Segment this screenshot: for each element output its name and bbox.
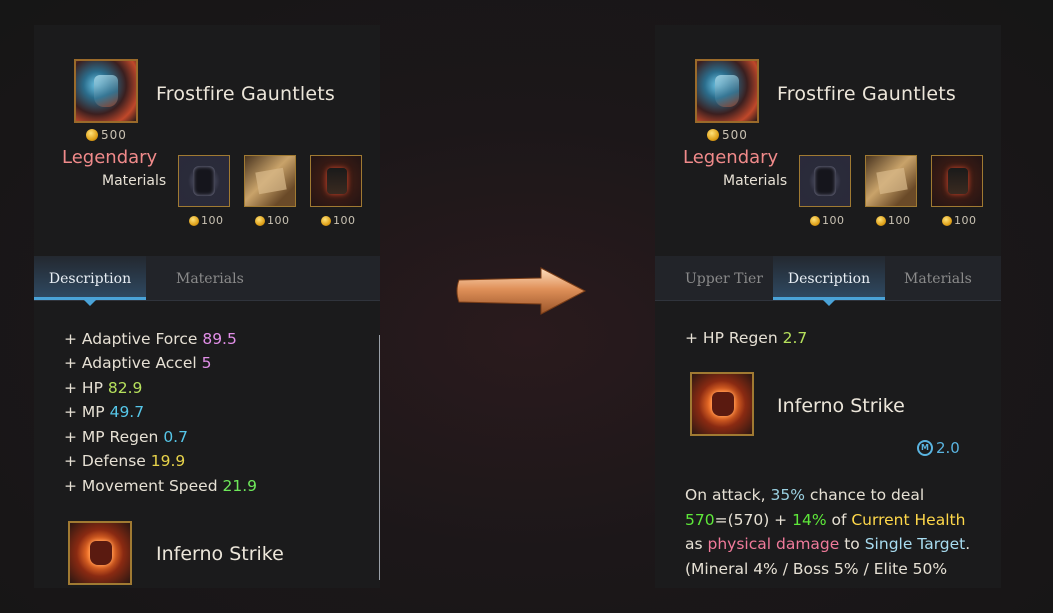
gold-coin-icon — [86, 129, 98, 141]
gold-coin-icon — [942, 215, 952, 226]
material-slot-2[interactable] — [865, 155, 917, 207]
material-price-2: 100 — [255, 214, 290, 227]
tab-description[interactable]: Description — [773, 256, 885, 306]
stat-row: + HP 82.9 — [64, 379, 143, 397]
cooldown: M 2.0 — [917, 439, 960, 457]
material-price-3: 100 — [942, 214, 977, 227]
item-price-value: 500 — [722, 128, 748, 142]
material-price-1: 100 — [810, 214, 845, 227]
skill-icon[interactable] — [68, 521, 132, 585]
item-detail-panel-before: Frostfire Gauntlets 500 Legendary Materi… — [34, 25, 380, 588]
material-slot-1[interactable] — [799, 155, 851, 207]
skill-description: On attack, 35% chance to deal 570=(570) … — [685, 486, 971, 578]
item-name: Frostfire Gauntlets — [156, 83, 336, 105]
stat-row: + HP Regen 2.7 — [685, 329, 808, 347]
stat-row: + Movement Speed 21.9 — [64, 477, 257, 495]
rarity-label: Legendary — [683, 147, 779, 168]
material-price-1: 100 — [189, 214, 224, 227]
skill-name: Inferno Strike — [156, 543, 284, 565]
item-detail-panel-after: Frostfire Gauntlets 500 Legendary Materi… — [655, 25, 1001, 588]
item-icon[interactable] — [74, 59, 138, 123]
item-name: Frostfire Gauntlets — [777, 83, 957, 105]
tab-upper-tier[interactable]: Upper Tier — [685, 256, 763, 300]
tab-bar: Description Materials — [34, 256, 380, 306]
scrollbar[interactable] — [379, 335, 380, 580]
gold-coin-icon — [876, 215, 886, 226]
item-price: 500 — [86, 128, 127, 142]
gold-coin-icon — [810, 215, 820, 226]
cooldown-icon: M — [917, 440, 933, 456]
gold-coin-icon — [255, 215, 265, 226]
material-slot-1[interactable] — [178, 155, 230, 207]
skill-name: Inferno Strike — [777, 395, 905, 417]
tab-description[interactable]: Description — [34, 256, 146, 306]
item-icon[interactable] — [695, 59, 759, 123]
material-slot-2[interactable] — [244, 155, 296, 207]
stat-row: + Adaptive Force 89.5 — [64, 330, 237, 348]
material-price-3: 100 — [321, 214, 356, 227]
gold-coin-icon — [707, 129, 719, 141]
tab-bar: Upper Tier Description Materials — [655, 256, 1001, 306]
gold-coin-icon — [189, 215, 199, 226]
stat-row: + MP 49.7 — [64, 403, 145, 421]
gold-coin-icon — [321, 215, 331, 226]
skill-icon[interactable] — [690, 372, 754, 436]
materials-label: Materials — [723, 173, 788, 189]
material-slot-3[interactable] — [310, 155, 362, 207]
tab-materials[interactable]: Materials — [176, 256, 244, 300]
item-price-value: 500 — [101, 128, 127, 142]
cooldown-value: 2.0 — [936, 439, 960, 457]
tab-materials[interactable]: Materials — [904, 256, 972, 300]
stat-row: + Adaptive Accel 5 — [64, 354, 212, 372]
item-price: 500 — [707, 128, 748, 142]
material-slot-3[interactable] — [931, 155, 983, 207]
material-price-2: 100 — [876, 214, 911, 227]
rarity-label: Legendary — [62, 147, 158, 168]
transition-arrow-icon — [456, 267, 587, 315]
stat-row: + Defense 19.9 — [64, 452, 186, 470]
stat-row: + MP Regen 0.7 — [64, 428, 188, 446]
materials-label: Materials — [102, 173, 167, 189]
